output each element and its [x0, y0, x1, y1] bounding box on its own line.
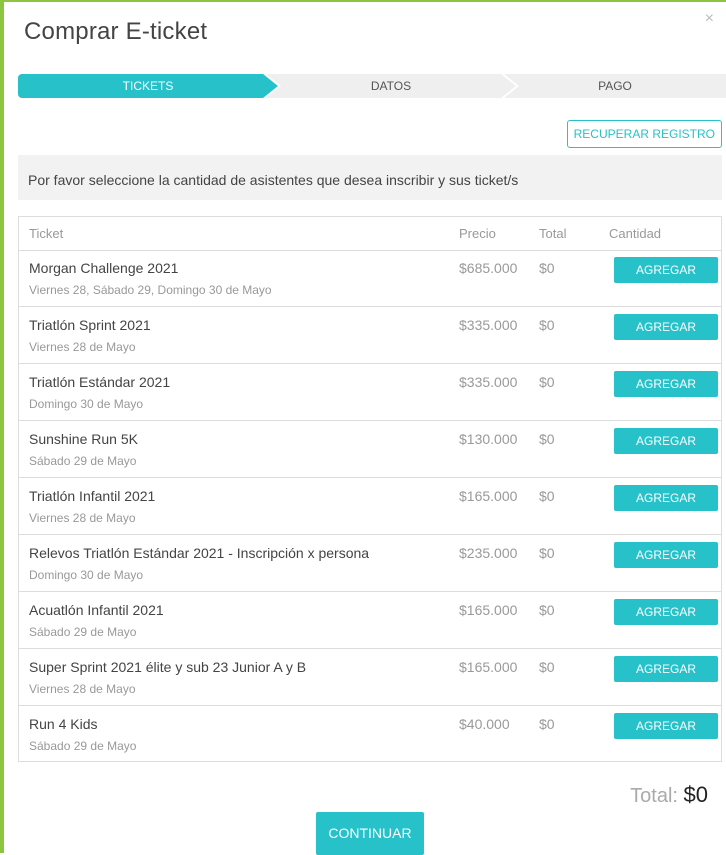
total-label: Total: — [630, 785, 678, 807]
step-tickets[interactable]: TICKETS — [18, 74, 278, 98]
table-row: Triatlón Infantil 2021 Viernes 28 de Mayo… — [19, 478, 721, 535]
ticket-date: Sábado 29 de Mayo — [29, 625, 137, 639]
purchase-modal: Comprar E-ticket × TICKETS DATOS PAGO RE… — [4, 2, 726, 855]
ticket-price: $165.000 — [459, 659, 518, 675]
add-ticket-button[interactable]: AGREGAR — [614, 257, 718, 283]
ticket-total: $0 — [539, 317, 555, 333]
checkout-steps: TICKETS DATOS PAGO — [18, 74, 726, 98]
ticket-price: $685.000 — [459, 260, 518, 276]
ticket-price: $165.000 — [459, 488, 518, 504]
instructions-banner: Por favor seleccione la cantidad de asis… — [18, 155, 722, 200]
ticket-name: Acuatlón Infantil 2021 — [29, 602, 164, 618]
tickets-table: Ticket Precio Total Cantidad Morgan Chal… — [18, 216, 722, 762]
ticket-total: $0 — [539, 716, 555, 732]
ticket-name: Sunshine Run 5K — [29, 431, 138, 447]
ticket-name: Morgan Challenge 2021 — [29, 260, 179, 276]
ticket-name: Triatlón Infantil 2021 — [29, 488, 156, 504]
close-icon[interactable]: × — [705, 10, 714, 28]
table-row: Triatlón Sprint 2021 Viernes 28 de Mayo $3… — [19, 307, 721, 364]
add-ticket-button[interactable]: AGREGAR — [614, 713, 718, 739]
ticket-price: $165.000 — [459, 602, 518, 618]
add-ticket-button[interactable]: AGREGAR — [614, 656, 718, 682]
ticket-total: $0 — [539, 374, 555, 390]
table-row: Acuatlón Infantil 2021 Sábado 29 de Mayo $… — [19, 592, 721, 649]
header-ticket: Ticket — [29, 226, 64, 241]
modal-title: Comprar E-ticket — [24, 18, 208, 45]
add-ticket-button[interactable]: AGREGAR — [614, 371, 718, 397]
ticket-date: Sábado 29 de Mayo — [29, 739, 137, 753]
ticket-price: $235.000 — [459, 545, 518, 561]
continue-button[interactable]: CONTINUAR — [316, 812, 424, 855]
total-amount: $0 — [683, 782, 708, 807]
header-price: Precio — [459, 226, 496, 241]
ticket-price: $335.000 — [459, 374, 518, 390]
table-row: Super Sprint 2021 élite y sub 23 Junior … — [19, 649, 721, 706]
ticket-name: Run 4 Kids — [29, 716, 98, 732]
ticket-date: Viernes 28, Sábado 29, Domingo 30 de May… — [29, 283, 272, 297]
header-quantity: Cantidad — [609, 226, 662, 241]
order-total: Total: $0 — [630, 782, 708, 808]
ticket-price: $335.000 — [459, 317, 518, 333]
ticket-name: Super Sprint 2021 élite y sub 23 Junior … — [29, 659, 307, 675]
ticket-total: $0 — [539, 431, 555, 447]
add-ticket-button[interactable]: AGREGAR — [614, 485, 718, 511]
ticket-date: Domingo 30 de Mayo — [29, 568, 144, 582]
table-row: Run 4 Kids Sábado 29 de Mayo $40.000 $0 AGRE… — [19, 706, 721, 763]
ticket-name: Triatlón Sprint 2021 — [29, 317, 151, 333]
table-row: Sunshine Run 5K Sábado 29 de Mayo $130.000… — [19, 421, 721, 478]
table-row: Relevos Triatlón Estándar 2021 - Inscrip… — [19, 535, 721, 592]
table-row: Morgan Challenge 2021 Viernes 28, Sábado … — [19, 250, 721, 307]
ticket-name: Triatlón Estándar 2021 — [29, 374, 171, 390]
table-row: Triatlón Estándar 2021 Domingo 30 de Mayo… — [19, 364, 721, 421]
step-datos[interactable]: DATOS — [266, 74, 516, 98]
ticket-date: Sábado 29 de Mayo — [29, 454, 137, 468]
ticket-date: Viernes 28 de Mayo — [29, 340, 136, 354]
ticket-name: Relevos Triatlón Estándar 2021 - Inscrip… — [29, 545, 370, 561]
ticket-total: $0 — [539, 602, 555, 618]
ticket-total: $0 — [539, 659, 555, 675]
recover-registration-button[interactable]: RECUPERAR REGISTRO — [566, 120, 722, 148]
add-ticket-button[interactable]: AGREGAR — [614, 542, 718, 568]
ticket-total: $0 — [539, 260, 555, 276]
ticket-date: Viernes 28 de Mayo — [29, 682, 136, 696]
ticket-date: Domingo 30 de Mayo — [29, 397, 144, 411]
ticket-date: Viernes 28 de Mayo — [29, 511, 136, 525]
ticket-total: $0 — [539, 545, 555, 561]
ticket-total: $0 — [539, 488, 555, 504]
add-ticket-button[interactable]: AGREGAR — [614, 599, 718, 625]
add-ticket-button[interactable]: AGREGAR — [614, 428, 718, 454]
ticket-price: $40.000 — [459, 716, 510, 732]
table-header: Ticket Precio Total Cantidad — [19, 217, 721, 251]
step-pago[interactable]: PAGO — [504, 74, 726, 98]
add-ticket-button[interactable]: AGREGAR — [614, 314, 718, 340]
ticket-price: $130.000 — [459, 431, 518, 447]
header-total: Total — [539, 226, 567, 241]
